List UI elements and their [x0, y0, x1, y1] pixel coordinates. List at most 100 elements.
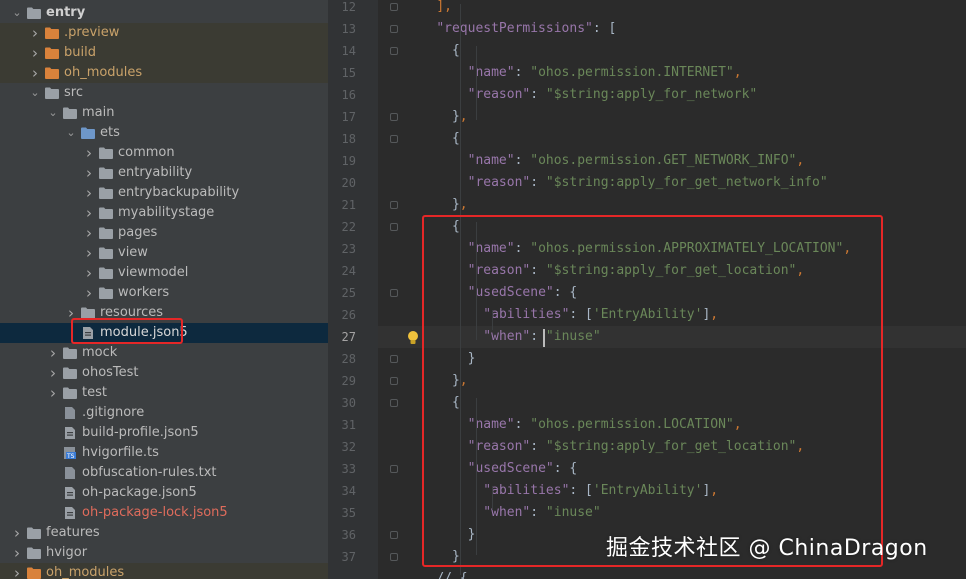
chevron-down-icon[interactable]: ⌄	[47, 103, 59, 123]
chevron-right-icon[interactable]: ›	[83, 223, 95, 243]
folder-icon	[99, 267, 113, 279]
json-punctuation: }	[451, 109, 460, 124]
code-line[interactable]: ],	[436, 0, 452, 18]
tree-item-label: .gitignore	[82, 405, 145, 420]
fold-marker-icon[interactable]	[390, 47, 398, 55]
json-punctuation: }	[451, 197, 460, 212]
chevron-right-icon[interactable]: ›	[11, 563, 23, 579]
tree-row-build[interactable]: › build	[0, 43, 328, 63]
tree-item-label: hvigorfile.ts	[82, 445, 159, 460]
tree-row-workers[interactable]: › workers	[0, 283, 328, 303]
line-number: 33	[341, 462, 356, 476]
tree-row-build-profile-json5[interactable]: build-profile.json5	[0, 423, 328, 443]
tree-row-gitignore[interactable]: .gitignore	[0, 403, 328, 423]
fold-marker-icon[interactable]	[390, 377, 398, 385]
line-number: 22	[341, 220, 356, 234]
tree-row-oh-modules[interactable]: › oh_modules	[0, 63, 328, 83]
chevron-right-icon[interactable]: ›	[29, 43, 41, 63]
tree-row-test[interactable]: › test	[0, 383, 328, 403]
tree-row-ohostest[interactable]: › ohosTest	[0, 363, 328, 383]
chevron-right-icon[interactable]: ›	[83, 203, 95, 223]
lightbulb-icon[interactable]	[406, 330, 420, 346]
tree-item-label: oh_modules	[64, 65, 143, 80]
tree-row-entryability[interactable]: › entryability	[0, 163, 328, 183]
fold-marker-icon[interactable]	[390, 3, 398, 11]
folder-icon	[99, 287, 113, 299]
tree-row-oh-package-json5[interactable]: oh-package.json5	[0, 483, 328, 503]
code-line[interactable]: // {	[436, 568, 467, 579]
code-line[interactable]: "reason": "$string:apply_for_get_network…	[468, 172, 828, 194]
tree-item-label: myabilitystage	[118, 205, 215, 220]
tree-row-myabilitystage[interactable]: › myabilitystage	[0, 203, 328, 223]
fold-marker-icon[interactable]	[390, 223, 398, 231]
line-number: 14	[341, 44, 356, 58]
fold-marker-icon[interactable]	[390, 355, 398, 363]
tree-row-src[interactable]: ⌄ src	[0, 83, 328, 103]
tree-row-features[interactable]: › features	[0, 523, 328, 543]
tree-row-ets[interactable]: ⌄ ets	[0, 123, 328, 143]
line-number: 13	[341, 22, 356, 36]
json-punctuation: ],	[436, 0, 452, 14]
line-number-gutter: 12 13 14 15 16 17 18 19 20 21 22 23 24 25 26 27 28 29 30 31…	[328, 0, 378, 579]
code-line[interactable]: {	[452, 128, 460, 150]
chevron-right-icon[interactable]: ›	[11, 543, 23, 563]
tree-item-label: .preview	[64, 25, 120, 40]
tree-row-oh-modules[interactable]: › oh_modules	[0, 563, 328, 579]
chevron-right-icon[interactable]: ›	[11, 523, 23, 543]
tree-row-preview[interactable]: › .preview	[0, 23, 328, 43]
chevron-right-icon[interactable]: ›	[83, 263, 95, 283]
chevron-right-icon[interactable]: ›	[29, 23, 41, 43]
folder-icon	[99, 227, 113, 239]
fold-marker-icon[interactable]	[390, 531, 398, 539]
tree-item-label: entrybackupability	[118, 185, 240, 200]
line-number: 23	[341, 242, 356, 256]
tree-item-label: src	[64, 85, 83, 100]
chevron-right-icon[interactable]: ›	[83, 163, 95, 183]
code-line[interactable]: "reason": "$string:apply_for_network"	[468, 84, 758, 106]
code-line[interactable]: "name": "ohos.permission.INTERNET",	[468, 62, 742, 84]
fold-marker-icon[interactable]	[390, 113, 398, 121]
code-line[interactable]: "requestPermissions": [	[436, 18, 616, 40]
chevron-right-icon[interactable]: ›	[83, 283, 95, 303]
tree-row-entrybackupability[interactable]: › entrybackupability	[0, 183, 328, 203]
chevron-right-icon[interactable]: ›	[47, 363, 59, 383]
chevron-down-icon[interactable]: ⌄	[29, 83, 41, 103]
tree-row-hvigor[interactable]: › hvigor	[0, 543, 328, 563]
project-tree: ⌄ entry › .preview › build › oh_modules ⌄ src ⌄ mai…	[0, 0, 328, 579]
tree-row-viewmodel[interactable]: › viewmodel	[0, 263, 328, 283]
chevron-right-icon[interactable]: ›	[47, 383, 59, 403]
code-line[interactable]: "name": "ohos.permission.GET_NETWORK_INF…	[468, 150, 805, 172]
chevron-right-icon[interactable]: ›	[83, 143, 95, 163]
tree-row-oh-package-lock-json5[interactable]: oh-package-lock.json5	[0, 503, 328, 523]
fold-marker-icon[interactable]	[390, 135, 398, 143]
tree-row-pages[interactable]: › pages	[0, 223, 328, 243]
code-line[interactable]: {	[452, 40, 460, 62]
chevron-right-icon[interactable]: ›	[29, 63, 41, 83]
tree-row-entry[interactable]: ⌄ entry	[0, 3, 328, 23]
folder-icon	[27, 547, 41, 559]
chevron-right-icon[interactable]: ›	[47, 343, 59, 363]
folder-icon	[63, 107, 77, 119]
tree-row-view[interactable]: › view	[0, 243, 328, 263]
tree-row-mock[interactable]: › mock	[0, 343, 328, 363]
chevron-right-icon[interactable]: ›	[83, 243, 95, 263]
fold-marker-icon[interactable]	[390, 553, 398, 561]
tree-item-label: obfuscation-rules.txt	[82, 465, 217, 480]
tree-row-obfuscation-rules-txt[interactable]: obfuscation-rules.txt	[0, 463, 328, 483]
json-file-icon	[63, 507, 77, 519]
tree-row-common[interactable]: › common	[0, 143, 328, 163]
chevron-down-icon[interactable]: ⌄	[65, 123, 77, 143]
tree-row-main[interactable]: ⌄ main	[0, 103, 328, 123]
fold-marker-icon[interactable]	[390, 289, 398, 297]
json-punctuation: : [	[592, 21, 617, 36]
fold-marker-icon[interactable]	[390, 465, 398, 473]
fold-marker-icon[interactable]	[390, 201, 398, 209]
json-file-icon	[63, 427, 77, 439]
json-punctuation: :	[514, 65, 531, 80]
chevron-down-icon[interactable]: ⌄	[11, 3, 23, 23]
fold-marker-icon[interactable]	[390, 25, 398, 33]
folder-icon	[45, 87, 59, 99]
chevron-right-icon[interactable]: ›	[83, 183, 95, 203]
tree-row-hvigorfile-ts[interactable]: TS hvigorfile.ts	[0, 443, 328, 463]
fold-marker-icon[interactable]	[390, 399, 398, 407]
